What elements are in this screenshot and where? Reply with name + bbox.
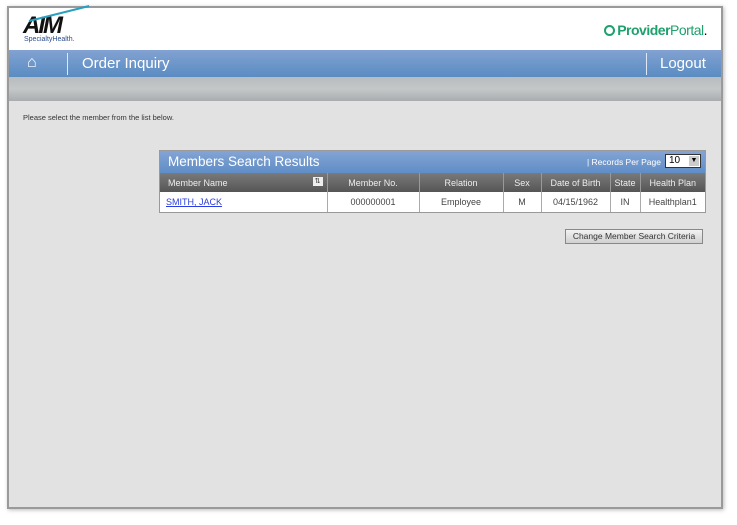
header: AIM SpecialtyHealth. ProviderPortal. [9, 5, 721, 50]
records-value: 10 [669, 155, 681, 166]
home-icon[interactable]: ⌂ [27, 54, 37, 72]
table-row: SMITH, JACK 000000001 Employee M 04/15/1… [160, 192, 705, 212]
members-results-panel: Members Search Results | Records Per Pag… [159, 150, 706, 213]
logout-link[interactable]: Logout [660, 55, 706, 72]
portal-icon [604, 25, 616, 36]
sub-nav-band [9, 77, 721, 101]
relation-cell: Employee [418, 192, 503, 212]
state-cell: IN [609, 192, 640, 212]
portal-dot: . [703, 22, 708, 38]
member-no-cell: 000000001 [326, 192, 419, 212]
provider-portal-logo: ProviderPortal. [604, 22, 708, 38]
column-health-plan[interactable]: Health Plan [639, 173, 705, 192]
column-member-no[interactable]: Member No. [326, 173, 419, 192]
sort-icon[interactable]: ⇅ [312, 177, 323, 186]
logo-subtext: SpecialtyHealth. [24, 36, 75, 43]
records-per-page-label: | Records Per Page [586, 157, 661, 167]
table-header: Member Name ⇅ Member No. Relation Sex Dat… [160, 173, 705, 192]
portal-bold: Provider [617, 22, 671, 38]
portal-light: Portal [670, 22, 704, 38]
members-table: Member Name ⇅ Member No. Relation Sex Dat… [160, 173, 705, 212]
column-relation[interactable]: Relation [418, 173, 503, 192]
change-search-criteria-button[interactable]: Change Member Search Criteria [565, 229, 703, 244]
divider [67, 53, 68, 75]
app-frame: AIM SpecialtyHealth. ProviderPortal. ⌂ O… [7, 5, 723, 509]
member-name-cell: SMITH, JACK [160, 192, 327, 212]
dob-cell: 04/15/1962 [540, 192, 610, 212]
health-plan-cell: Healthplan1 [639, 192, 705, 212]
records-per-page-select[interactable]: 10 ▼ [665, 154, 701, 168]
sex-cell: M [502, 192, 541, 212]
column-state[interactable]: State [609, 173, 640, 192]
chevron-down-icon[interactable]: ▼ [689, 156, 699, 166]
column-member-name[interactable]: Member Name ⇅ [160, 173, 327, 192]
member-link[interactable]: SMITH, JACK [166, 197, 222, 207]
results-title: Members Search Results [168, 154, 320, 169]
aim-logo: AIM SpecialtyHealth. [23, 5, 93, 46]
results-title-bar: Members Search Results | Records Per Pag… [160, 151, 705, 173]
column-label: Member Name [168, 177, 228, 188]
instruction-text: Please select the member from the list b… [23, 113, 174, 122]
column-dob[interactable]: Date of Birth [540, 173, 610, 192]
nav-title[interactable]: Order Inquiry [82, 55, 170, 72]
divider [646, 53, 647, 75]
nav-bar: ⌂ Order Inquiry Logout [9, 50, 721, 77]
column-sex[interactable]: Sex [502, 173, 541, 192]
